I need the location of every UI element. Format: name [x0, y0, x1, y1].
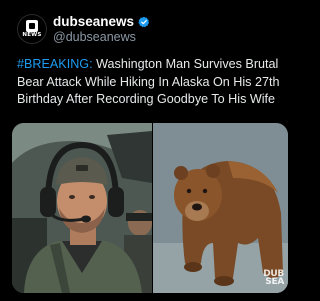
account-handle[interactable]: @dubseanews [53, 30, 150, 45]
avatar-text: NEWS [22, 31, 42, 38]
man-photo[interactable] [12, 123, 152, 293]
bear-photo[interactable]: DUB SEA [153, 123, 288, 293]
brown-bear-image [153, 123, 288, 293]
dubsea-watermark: DUB SEA [263, 270, 284, 287]
man-in-headset-image [12, 123, 152, 293]
breaking-hashtag[interactable]: #BREAKING: [17, 57, 93, 71]
tweet-text: #BREAKING: Washington Man Survives Bruta… [17, 56, 289, 109]
tweet-media[interactable]: DUB SEA [12, 123, 288, 293]
tweet-header: NEWS dubseanews @dubseanews [17, 14, 287, 44]
display-name[interactable]: dubseanews [53, 14, 134, 29]
watermark-line-2: SEA [265, 277, 284, 287]
dubsea-logo-icon [26, 19, 38, 32]
account-names: dubseanews @dubseanews [53, 14, 150, 45]
avatar[interactable]: NEWS [17, 14, 47, 44]
display-name-row: dubseanews [53, 14, 150, 29]
verified-badge-icon [138, 16, 150, 27]
